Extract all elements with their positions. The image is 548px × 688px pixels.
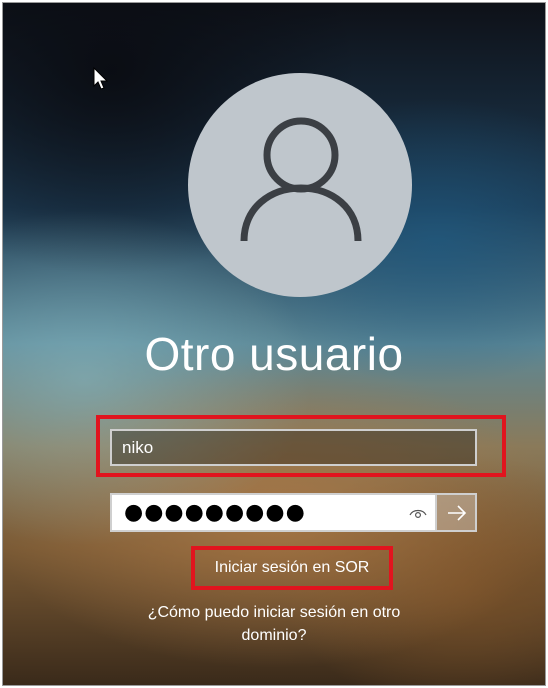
user-avatar xyxy=(188,73,412,297)
eye-icon[interactable] xyxy=(409,505,427,519)
arrow-right-icon xyxy=(448,505,467,521)
account-title: Otro usuario xyxy=(144,328,404,380)
user-silhouette-icon xyxy=(240,117,362,242)
mouse-pointer-icon xyxy=(93,66,109,95)
lock-screen: Otro usuario niko ●●●●●●●●● Iniciar sesi… xyxy=(2,2,546,686)
submit-button[interactable] xyxy=(437,493,477,532)
password-field[interactable]: ●●●●●●●●● xyxy=(110,493,437,532)
username-field[interactable]: niko xyxy=(110,429,477,466)
password-mask: ●●●●●●●●● xyxy=(124,500,306,525)
other-domain-line-2: dominio? xyxy=(241,627,307,644)
other-domain-line-1: ¿Cómo puedo iniciar sesión en otro xyxy=(147,604,401,621)
sign-in-sor-link[interactable]: Iniciar sesión en SOR xyxy=(195,550,389,586)
other-domain-link[interactable]: ¿Cómo puedo iniciar sesión en otro domin… xyxy=(123,601,425,647)
